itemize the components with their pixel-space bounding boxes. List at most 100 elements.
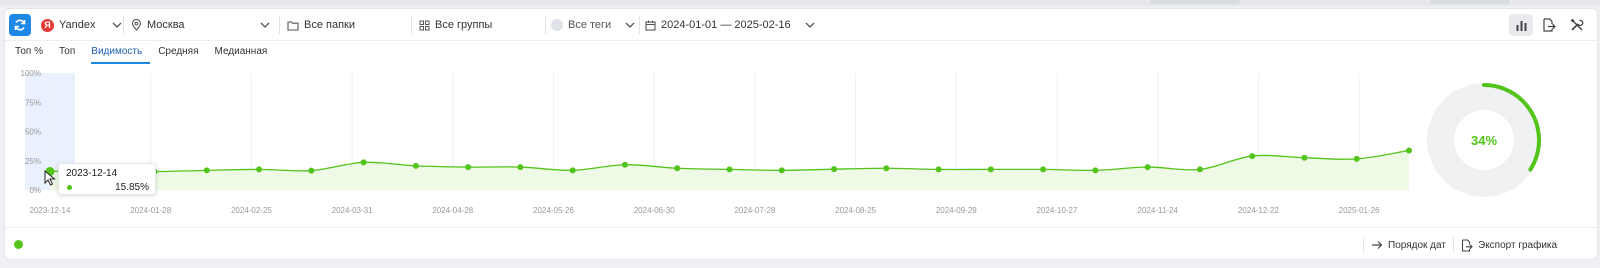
file-export-icon xyxy=(1461,238,1473,252)
date-range-label: 2024-01-01 — 2025-02-16 xyxy=(661,19,791,31)
x-tick-label: 2024-09-29 xyxy=(936,206,977,215)
file-export-icon xyxy=(1543,18,1556,32)
toolbar-divider xyxy=(639,16,640,34)
x-tick-label: 2024-04-28 xyxy=(432,206,473,215)
series-point xyxy=(569,167,576,174)
footer-divider xyxy=(1453,237,1454,253)
refresh-icon xyxy=(14,19,26,31)
series-point xyxy=(308,167,315,174)
x-tick-label: 2024-06-30 xyxy=(634,206,675,215)
toolbar-divider xyxy=(545,16,546,34)
tooltip-value: 15.85% xyxy=(115,182,149,193)
chart-tooltip: 2023-12-14 15.85% xyxy=(58,163,156,195)
chart-svg: 100% 75% 50% 25% 0% 2023-12-14 2024-01-28 2024-… xyxy=(21,69,1412,215)
yandex-icon: Я xyxy=(41,18,54,32)
series-point xyxy=(517,164,524,171)
bar-chart-icon xyxy=(1516,20,1526,31)
tab-top[interactable]: Топ xyxy=(59,42,83,64)
series-point xyxy=(1301,154,1308,161)
chevron-down-icon xyxy=(805,22,815,28)
x-tick-label: 2024-08-25 xyxy=(835,206,876,215)
series-point xyxy=(256,166,263,173)
series-point xyxy=(1040,166,1047,173)
series-legend-dot[interactable] xyxy=(14,240,23,249)
y-tick-label: 100% xyxy=(21,69,41,78)
x-tick-label: 2024-12-22 xyxy=(1238,206,1279,215)
location-pin-icon xyxy=(131,19,142,31)
y-tick-label: 25% xyxy=(25,157,41,166)
y-tick-label: 75% xyxy=(25,98,41,107)
refresh-button[interactable] xyxy=(9,14,31,36)
tooltip-date: 2023-12-14 xyxy=(66,168,118,179)
toggle-dot-icon xyxy=(551,19,563,31)
tags-select[interactable]: Все теги xyxy=(551,9,636,41)
series-point xyxy=(935,166,942,173)
export-chart-button[interactable]: Экспорт графика xyxy=(1461,228,1557,262)
series-point xyxy=(1092,167,1099,174)
tags-label: Все теги xyxy=(568,19,612,31)
visibility-chart: 100% 75% 50% 25% 0% 2023-12-14 2024-01-28 2024-… xyxy=(5,67,1425,217)
series-point xyxy=(831,166,838,173)
toolbar-divider xyxy=(123,16,124,34)
series-point xyxy=(621,161,628,168)
chevron-down-icon xyxy=(260,22,270,28)
x-tick-label: 2023-12-14 xyxy=(30,206,71,215)
series-point xyxy=(674,165,681,172)
series-point xyxy=(1196,166,1203,173)
series-point xyxy=(1144,164,1151,171)
groups-label: Все группы xyxy=(435,19,493,31)
region-select[interactable]: Москва xyxy=(131,9,271,41)
folders-label: Все папки xyxy=(304,19,355,31)
chart-view-button[interactable] xyxy=(1509,14,1533,36)
settings-button[interactable] xyxy=(1565,14,1589,36)
tab-median[interactable]: Медианная xyxy=(215,42,276,64)
series-point xyxy=(1406,147,1412,154)
toolbar-divider xyxy=(411,16,412,34)
chevron-down-icon xyxy=(625,22,635,28)
folder-icon xyxy=(287,20,299,31)
series-point xyxy=(360,159,367,166)
x-tick-label: 2024-07-28 xyxy=(734,206,775,215)
export-chart-label: Экспорт графика xyxy=(1478,239,1558,251)
toolbar-divider xyxy=(279,16,280,34)
x-tick-label: 2024-05-26 xyxy=(533,206,574,215)
donut-label: 34% xyxy=(1471,133,1497,148)
chevron-down-icon xyxy=(112,22,121,28)
top-strip-tab xyxy=(1150,0,1240,4)
series-point xyxy=(203,167,210,174)
search-engine-select[interactable]: Я Yandex xyxy=(41,9,123,41)
visibility-donut: 34% xyxy=(1423,79,1545,201)
tooltip-series-dot xyxy=(67,185,72,190)
filter-toolbar: Я Yandex Москва Все папки Все группы Все… xyxy=(5,9,1597,41)
x-tick-label: 2024-11-24 xyxy=(1138,206,1179,215)
view-controls xyxy=(1509,9,1589,41)
groups-select[interactable]: Все группы xyxy=(419,9,492,41)
series-point xyxy=(726,166,733,173)
grid-icon xyxy=(419,20,430,30)
calendar-icon xyxy=(645,20,656,31)
date-range-select[interactable]: 2024-01-01 — 2025-02-16 xyxy=(645,9,816,41)
date-order-button[interactable]: Порядок дат xyxy=(1371,228,1446,262)
tab-visibility[interactable]: Видимость xyxy=(91,42,151,64)
tab-top-percent[interactable]: Топ % xyxy=(15,42,51,64)
tools-icon xyxy=(1570,18,1584,31)
visibility-panel: Я Yandex Москва Все папки Все группы Все… xyxy=(4,8,1598,260)
tab-average[interactable]: Средняя xyxy=(158,42,206,64)
date-order-label: Порядок дат xyxy=(1388,239,1446,251)
folders-select[interactable]: Все папки xyxy=(287,9,355,41)
series-point xyxy=(465,164,472,171)
chart-footer: Порядок дат Экспорт графика xyxy=(5,227,1597,261)
series-point xyxy=(778,167,785,174)
x-tick-label: 2024-10-27 xyxy=(1037,206,1078,215)
region-label: Москва xyxy=(147,19,185,31)
series-point xyxy=(412,162,419,169)
footer-divider xyxy=(1363,237,1364,253)
x-tick-label: 2024-01-28 xyxy=(130,206,171,215)
export-button[interactable] xyxy=(1537,14,1561,36)
search-engine-label: Yandex xyxy=(59,19,96,31)
series-point xyxy=(1249,153,1256,160)
series-point xyxy=(987,166,994,173)
series-point xyxy=(1353,155,1360,162)
mouse-cursor-icon xyxy=(44,169,56,189)
metric-tabs: Топ % Топ Видимость Средняя Медианная xyxy=(15,42,283,64)
